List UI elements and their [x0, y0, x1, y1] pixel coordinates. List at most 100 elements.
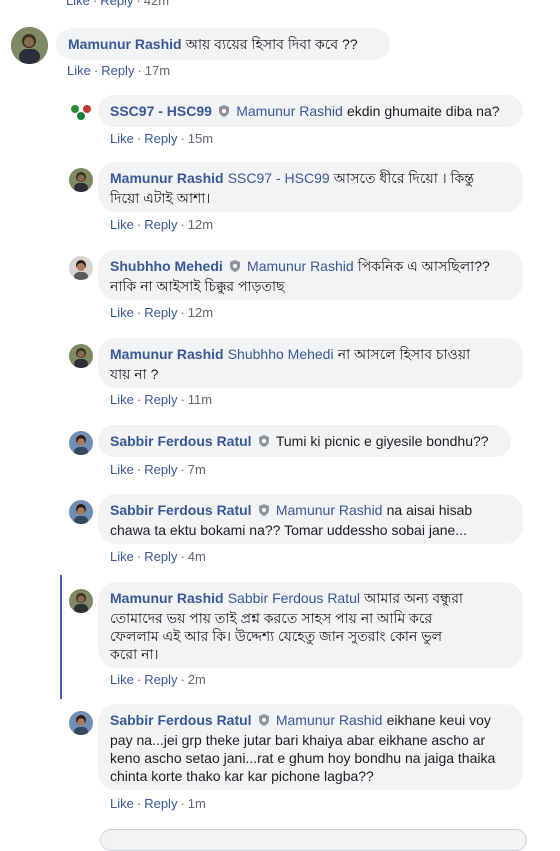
comment-text: যায় না ? — [110, 366, 159, 382]
comment-actions: Like · Reply · 12m — [110, 217, 214, 232]
timestamp[interactable]: 17m — [145, 63, 170, 78]
comment-text: পিকনিক এ আসছিলা?? — [357, 258, 490, 274]
reply-link[interactable]: Reply — [144, 217, 177, 232]
mention-link[interactable]: Shubhho Mehedi — [228, 346, 334, 362]
avatar[interactable] — [69, 589, 93, 613]
shield-icon — [219, 105, 230, 117]
comment-text: chinta korte thako kar kar pichone lagba… — [110, 768, 374, 784]
mention-link[interactable]: SSC97 - HSC99 — [228, 170, 330, 186]
comment-actions: Like · Reply · 12m — [110, 305, 214, 320]
avatar[interactable] — [69, 256, 93, 280]
comment-text: নাকি না আইসাই চিক্কুর পাড়তাছ — [110, 278, 285, 294]
comment-author[interactable]: Mamunur Rashid — [110, 590, 224, 606]
reply-link[interactable]: Reply — [144, 462, 177, 477]
shield-icon — [258, 504, 269, 516]
comment-bubble: Mamunur Rashid আয় ব্যয়ের হিসাব দিবা কব… — [56, 28, 390, 60]
timestamp[interactable]: 2m — [188, 672, 206, 687]
comment-actions: Like · Reply · 2m — [110, 672, 206, 687]
avatar[interactable] — [69, 168, 93, 192]
comment-text: keno ascho setao jani...rat e ghum hoy b… — [110, 750, 496, 766]
comment-text: na aisai hisab — [386, 502, 473, 518]
comment-bubble: Sabbir Ferdous Ratul Mamunur Rashid eikh… — [98, 704, 523, 790]
comment-text: ekdin ghumaite diba na? — [346, 103, 500, 119]
like-link[interactable]: Like — [67, 63, 91, 78]
timestamp[interactable]: 1m — [188, 796, 206, 811]
comment-author[interactable]: Mamunur Rashid — [68, 36, 182, 52]
mention-link[interactable]: Mamunur Rashid — [236, 103, 343, 119]
comment-author[interactable]: Sabbir Ferdous Ratul — [110, 502, 252, 518]
like-link[interactable]: Like — [110, 796, 134, 811]
reply-link[interactable]: Reply — [144, 549, 177, 564]
comment-actions: Like · Reply · 15m — [110, 131, 214, 146]
comment-actions: Like · Reply · 7m — [110, 462, 206, 477]
avatar[interactable] — [69, 431, 93, 455]
timestamp[interactable]: 42m — [144, 0, 169, 8]
top-actions: Like · Reply · 42m — [66, 0, 169, 8]
like-link[interactable]: Like — [110, 549, 134, 564]
comment-text: ফেললাম এই আর কি। উদ্দেশ্য যেহেতু জান সুত… — [110, 628, 443, 644]
reply-link[interactable]: Reply — [144, 672, 177, 687]
comment-actions: Like · Reply · 11m — [110, 392, 213, 407]
like-link[interactable]: Like — [110, 217, 134, 232]
mention-link[interactable]: Sabbir Ferdous Ratul — [228, 590, 360, 606]
shield-icon — [229, 260, 240, 272]
timestamp[interactable]: 12m — [188, 217, 213, 232]
reply-input[interactable] — [100, 829, 527, 851]
comment-bubble: Mamunur Rashid Shubhho Mehedi না আসলে হি… — [98, 338, 523, 388]
reply-link[interactable]: Reply — [144, 131, 177, 146]
avatar[interactable] — [69, 100, 93, 124]
reply-link[interactable]: Reply — [144, 796, 177, 811]
like-link[interactable]: Like — [66, 0, 90, 8]
comment-actions: Like · Reply · 17m — [67, 63, 171, 78]
shield-icon — [258, 435, 269, 447]
comment-bubble: Shubhho Mehedi Mamunur Rashid পিকনিক এ আ… — [98, 250, 523, 300]
comment-text: করো না। — [110, 646, 159, 662]
reply-link[interactable]: Reply — [100, 0, 133, 8]
timestamp[interactable]: 12m — [188, 305, 213, 320]
reply-link[interactable]: Reply — [144, 305, 177, 320]
avatar[interactable] — [69, 344, 93, 368]
comment-author[interactable]: Shubhho Mehedi — [110, 258, 223, 274]
highlight-bar — [60, 575, 62, 699]
like-link[interactable]: Like — [110, 305, 134, 320]
comment-text: আয় ব্যয়ের হিসাব দিবা কবে ?? — [185, 36, 358, 52]
comment-bubble: SSC97 - HSC99 Mamunur Rashid ekdin ghuma… — [98, 95, 523, 127]
mention-link[interactable]: Mamunur Rashid — [276, 712, 383, 728]
comment-author[interactable]: Mamunur Rashid — [110, 346, 224, 362]
timestamp[interactable]: 4m — [188, 549, 206, 564]
reply-link[interactable]: Reply — [144, 392, 177, 407]
mention-link[interactable]: Mamunur Rashid — [247, 258, 354, 274]
comment-bubble: Sabbir Ferdous Ratul Mamunur Rashid na a… — [98, 494, 523, 544]
reply-link[interactable]: Reply — [101, 63, 134, 78]
timestamp[interactable]: 15m — [188, 131, 213, 146]
like-link[interactable]: Like — [110, 131, 134, 146]
comment-text: chawa ta ektu bokami na?? Tomar uddessho… — [110, 522, 467, 538]
comment-bubble: Mamunur Rashid SSC97 - HSC99 আসতে ধীরে দ… — [98, 162, 523, 212]
comment-author[interactable]: Sabbir Ferdous Ratul — [110, 433, 252, 449]
avatar[interactable] — [69, 500, 93, 524]
like-link[interactable]: Like — [110, 392, 134, 407]
avatar[interactable] — [11, 27, 48, 64]
comment-text: তোমাদের ভয় পায় তাই প্রশ্ন করতে সাহস পা… — [110, 610, 433, 626]
comment-text: দিয়ো এটাই আশা। — [110, 190, 211, 206]
mention-link[interactable]: Mamunur Rashid — [276, 502, 383, 518]
avatar[interactable] — [69, 711, 93, 735]
comment-actions: Like · Reply · 1m — [110, 796, 206, 811]
timestamp[interactable]: 11m — [188, 392, 212, 407]
comment-text: Tumi ki picnic e giyesile bondhu?? — [275, 433, 489, 449]
like-link[interactable]: Like — [110, 672, 134, 687]
shield-icon — [258, 714, 269, 726]
comment-text: pay na...jei grp theke jutar bari khaiya… — [110, 732, 486, 748]
comment-actions: Like · Reply · 4m — [110, 549, 206, 564]
comment-author[interactable]: Mamunur Rashid — [110, 170, 224, 186]
timestamp[interactable]: 7m — [188, 462, 206, 477]
comment-bubble: Sabbir Ferdous Ratul Tumi ki picnic e gi… — [98, 425, 511, 457]
like-link[interactable]: Like — [110, 462, 134, 477]
comment-author[interactable]: Sabbir Ferdous Ratul — [110, 712, 252, 728]
comment-bubble: Mamunur Rashid Sabbir Ferdous Ratul আমার… — [98, 582, 523, 668]
comment-text: আমার অন্য বন্ধুরা — [364, 590, 463, 606]
comment-author[interactable]: SSC97 - HSC99 — [110, 103, 212, 119]
comment-text: না আসলে হিসাব চাওয়া — [337, 346, 471, 362]
comment-text: আসতে ধীরে দিয়ো । কিন্তু — [333, 170, 474, 186]
comment-text: eikhane keui voy — [386, 712, 491, 728]
